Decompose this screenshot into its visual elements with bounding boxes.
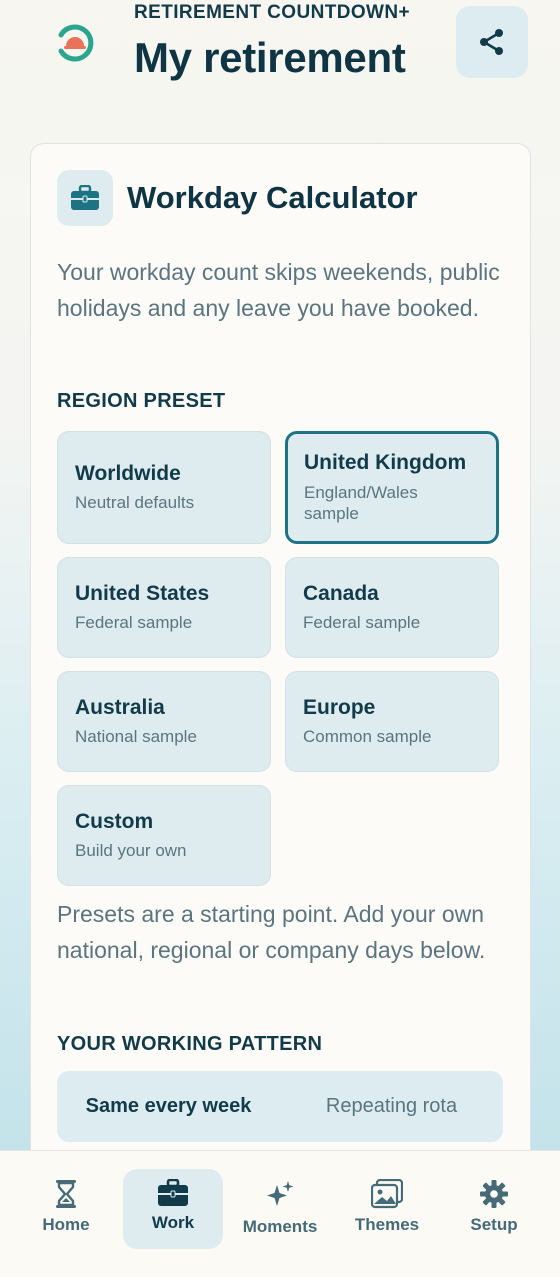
- card-description: Your workday count skips weekends, publi…: [57, 259, 500, 321]
- working-pattern-label: YOUR WORKING PATTERN: [57, 1033, 323, 1055]
- preset-name: Custom: [75, 810, 154, 833]
- briefcase-icon: [57, 170, 113, 226]
- presets-note: Presets are a starting point. Add your o…: [57, 901, 486, 963]
- nav-label: Home: [42, 1215, 90, 1234]
- preset-australia[interactable]: Australia National sample: [57, 671, 271, 772]
- sparkles-icon: [264, 1179, 296, 1211]
- nav-label: Work: [151, 1213, 195, 1232]
- image-icon: [371, 1179, 403, 1209]
- preset-name: Worldwide: [75, 462, 181, 485]
- preset-desc: Federal sample: [75, 613, 193, 632]
- nav-label: Setup: [470, 1215, 518, 1234]
- preset-desc: England/Wales sample: [304, 483, 418, 523]
- region-preset-label: REGION PRESET: [57, 390, 226, 412]
- briefcase-icon: [157, 1179, 189, 1207]
- preset-united-kingdom[interactable]: United Kingdom England/Wales sample: [285, 431, 499, 544]
- preset-canada[interactable]: Canada Federal sample: [285, 557, 499, 658]
- nav-setup[interactable]: Setup: [444, 1169, 544, 1249]
- nav-home[interactable]: Home: [16, 1169, 116, 1249]
- nav-label: Themes: [354, 1215, 420, 1234]
- app-header: RETIREMENT COUNTDOWN+ My retirement: [0, 0, 560, 110]
- workday-calculator-card: Workday Calculator Your workday count sk…: [30, 143, 531, 1203]
- preset-united-states[interactable]: United States Federal sample: [57, 557, 271, 658]
- nav-work[interactable]: Work: [123, 1169, 223, 1249]
- preset-europe[interactable]: Europe Common sample: [285, 671, 499, 772]
- preset-desc: Federal sample: [303, 613, 421, 632]
- bottom-nav: Home Work Moments Themes Setup: [0, 1150, 560, 1277]
- card-header: Workday Calculator: [57, 170, 418, 226]
- pattern-repeating-rota[interactable]: Repeating rota: [280, 1071, 503, 1142]
- page-title: My retirement: [134, 34, 406, 81]
- preset-custom[interactable]: Custom Build your own: [57, 785, 271, 886]
- share-icon: [477, 27, 507, 57]
- preset-name: Australia: [75, 696, 165, 719]
- nav-moments[interactable]: Moments: [230, 1169, 330, 1249]
- preset-desc: National sample: [75, 727, 197, 746]
- preset-name: Canada: [303, 582, 379, 605]
- preset-worldwide[interactable]: Worldwide Neutral defaults: [57, 431, 271, 544]
- pattern-same-every-week[interactable]: Same every week: [57, 1071, 280, 1142]
- preset-name: Europe: [303, 696, 376, 719]
- preset-desc: Build your own: [75, 841, 187, 860]
- sunset-ring-logo: [52, 20, 98, 66]
- preset-desc: Neutral defaults: [75, 493, 195, 512]
- nav-label: Moments: [242, 1217, 318, 1236]
- working-pattern-toggle: Same every week Repeating rota: [57, 1071, 503, 1142]
- preset-desc: Common sample: [303, 727, 432, 746]
- app-name-eyebrow: RETIREMENT COUNTDOWN+: [134, 2, 410, 23]
- gear-icon: [479, 1179, 509, 1209]
- hourglass-icon: [53, 1179, 79, 1209]
- preset-name: United States: [75, 582, 210, 605]
- preset-name: United Kingdom: [304, 451, 467, 474]
- nav-themes[interactable]: Themes: [337, 1169, 437, 1249]
- share-button[interactable]: [456, 6, 528, 78]
- card-title: Workday Calculator: [127, 180, 418, 215]
